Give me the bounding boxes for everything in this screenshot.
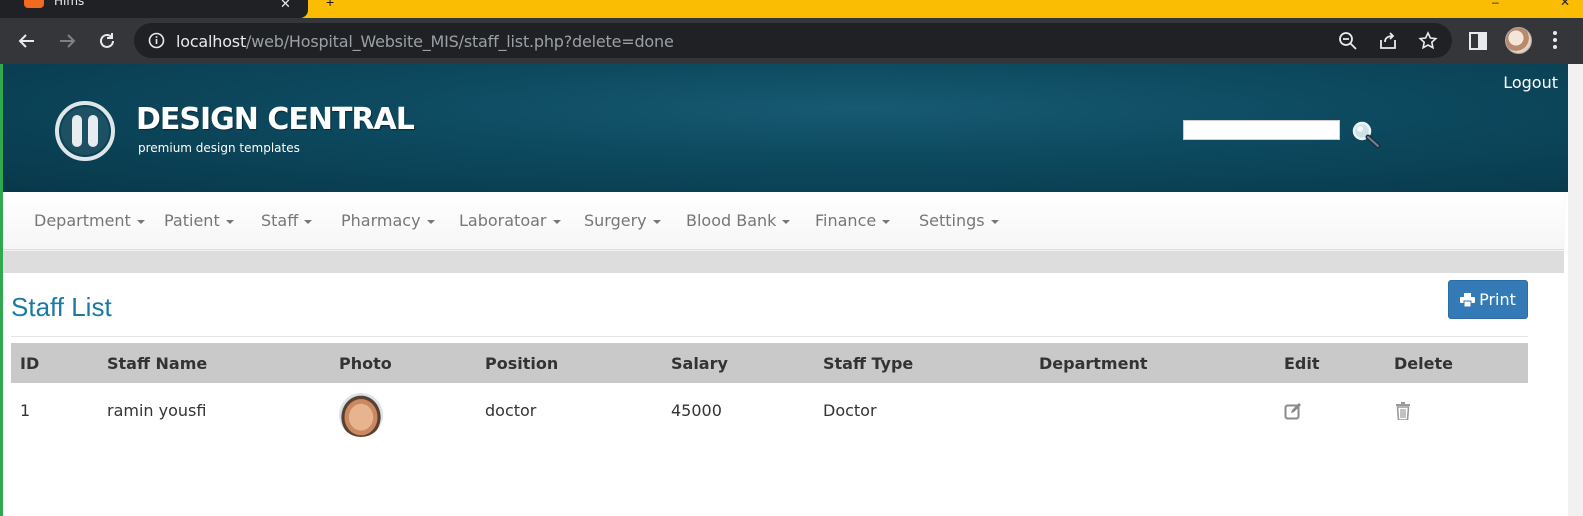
share-icon[interactable] (1377, 30, 1399, 52)
url-path: /web/Hospital_Website_MIS/staff_list.php… (246, 32, 674, 51)
column-header-staff-type: Staff Type (814, 343, 1030, 383)
cell-staff-type: Doctor (823, 400, 877, 420)
caret-down-icon (225, 219, 234, 224)
staff-photo (339, 393, 383, 437)
nav-label: Patient (164, 211, 220, 230)
side-panel-icon[interactable] (1466, 29, 1490, 53)
nav-label: Pharmacy (341, 211, 421, 230)
forward-icon[interactable] (50, 24, 84, 58)
url-host: localhost (176, 32, 247, 51)
caret-down-icon (652, 219, 661, 224)
nav-item-pharmacy[interactable]: Pharmacy (341, 192, 435, 250)
caret-down-icon (882, 219, 891, 224)
logo-icon (55, 101, 115, 161)
printer-icon (1460, 292, 1476, 307)
caret-down-icon (426, 219, 435, 224)
page-viewport: Logout DESIGN CENTRAL premium design tem… (0, 64, 1568, 516)
browser-menu-icon[interactable] (1553, 31, 1557, 49)
edit-icon[interactable] (1284, 402, 1302, 420)
caret-down-icon (552, 219, 561, 224)
nav-item-finance[interactable]: Finance (815, 192, 891, 250)
browser-tab[interactable]: Hims ✕ (0, 0, 308, 18)
window-close-icon[interactable]: ✕ (1560, 0, 1570, 9)
reload-icon[interactable] (90, 24, 124, 58)
cell-staff-name: ramin yousfi (107, 400, 207, 420)
cell-delete (1385, 383, 1528, 437)
column-header-id: ID (11, 343, 98, 383)
table-row: 1 ramin yousfi doctor 45000 Doctor (11, 383, 1528, 437)
breadcrumb-bar (3, 251, 1564, 273)
cell-department (1030, 383, 1275, 437)
main-nav: Department Patient Staff Pharmacy Labora… (3, 192, 1564, 250)
caret-down-icon (136, 219, 145, 224)
cell-position: doctor (485, 400, 537, 420)
logo-title: DESIGN CENTRAL (136, 102, 415, 137)
cell-edit (1275, 383, 1385, 437)
column-header-edit: Edit (1275, 343, 1385, 383)
column-header-salary: Salary (662, 343, 814, 383)
nav-item-surgery[interactable]: Surgery (584, 192, 661, 250)
cell-photo (330, 383, 476, 437)
column-header-position: Position (476, 343, 662, 383)
nav-item-patient[interactable]: Patient (164, 192, 234, 250)
tab-close-icon[interactable]: ✕ (280, 0, 291, 12)
address-bar[interactable]: localhost/web/Hospital_Website_MIS/staff… (134, 23, 1452, 58)
tab-favicon-icon (24, 0, 44, 8)
back-icon[interactable] (10, 24, 44, 58)
nav-label: Blood Bank (686, 211, 777, 230)
column-header-delete: Delete (1385, 343, 1528, 383)
column-header-department: Department (1030, 343, 1275, 383)
url-text: localhost/web/Hospital_Website_MIS/staff… (176, 32, 674, 51)
nav-label: Department (34, 211, 131, 230)
trash-icon[interactable] (1394, 401, 1412, 420)
browser-tabstrip: Hims ✕ + – ✕ (0, 0, 1583, 18)
table-header-row: ID Staff Name Photo Position Salary Staf… (11, 343, 1528, 383)
search-icon[interactable] (1349, 119, 1383, 151)
minimize-icon[interactable]: – (1492, 0, 1499, 9)
nav-label: Settings (919, 211, 985, 230)
bookmark-star-icon[interactable] (1417, 30, 1439, 52)
page-title: Staff List (11, 292, 112, 322)
cell-salary: 45000 (671, 400, 722, 420)
new-tab-icon[interactable]: + (326, 0, 334, 10)
nav-item-department[interactable]: Department (34, 192, 145, 250)
profile-avatar[interactable] (1505, 27, 1532, 54)
nav-item-laboratoar[interactable]: Laboratoar (459, 192, 561, 250)
column-header-staff-name: Staff Name (98, 343, 330, 383)
cell-id: 1 (20, 400, 31, 420)
nav-item-settings[interactable]: Settings (919, 192, 999, 250)
zoom-icon[interactable] (1337, 30, 1359, 52)
caret-down-icon (304, 219, 313, 224)
nav-label: Surgery (584, 211, 647, 230)
title-divider (11, 336, 1528, 337)
nav-item-blood-bank[interactable]: Blood Bank (686, 192, 791, 250)
caret-down-icon (782, 219, 791, 224)
caret-down-icon (990, 219, 999, 224)
browser-toolbar: localhost/web/Hospital_Website_MIS/staff… (0, 18, 1583, 64)
nav-label: Finance (815, 211, 877, 230)
site-header: Logout DESIGN CENTRAL premium design tem… (0, 64, 1568, 192)
print-label: Print (1479, 290, 1516, 309)
nav-label: Laboratoar (459, 211, 547, 230)
tab-title: Hims (54, 0, 85, 8)
search-input[interactable] (1183, 120, 1340, 140)
site-info-icon[interactable] (148, 32, 165, 49)
nav-item-staff[interactable]: Staff (261, 192, 313, 250)
logout-link[interactable]: Logout (1503, 73, 1558, 92)
column-header-photo: Photo (330, 343, 476, 383)
print-button[interactable]: Print (1448, 280, 1528, 319)
page-scrollbar[interactable] (1568, 64, 1583, 516)
nav-label: Staff (261, 211, 299, 230)
staff-table: ID Staff Name Photo Position Salary Staf… (11, 343, 1528, 437)
page-left-edge (0, 64, 3, 516)
logo-subtitle: premium design templates (138, 141, 300, 155)
